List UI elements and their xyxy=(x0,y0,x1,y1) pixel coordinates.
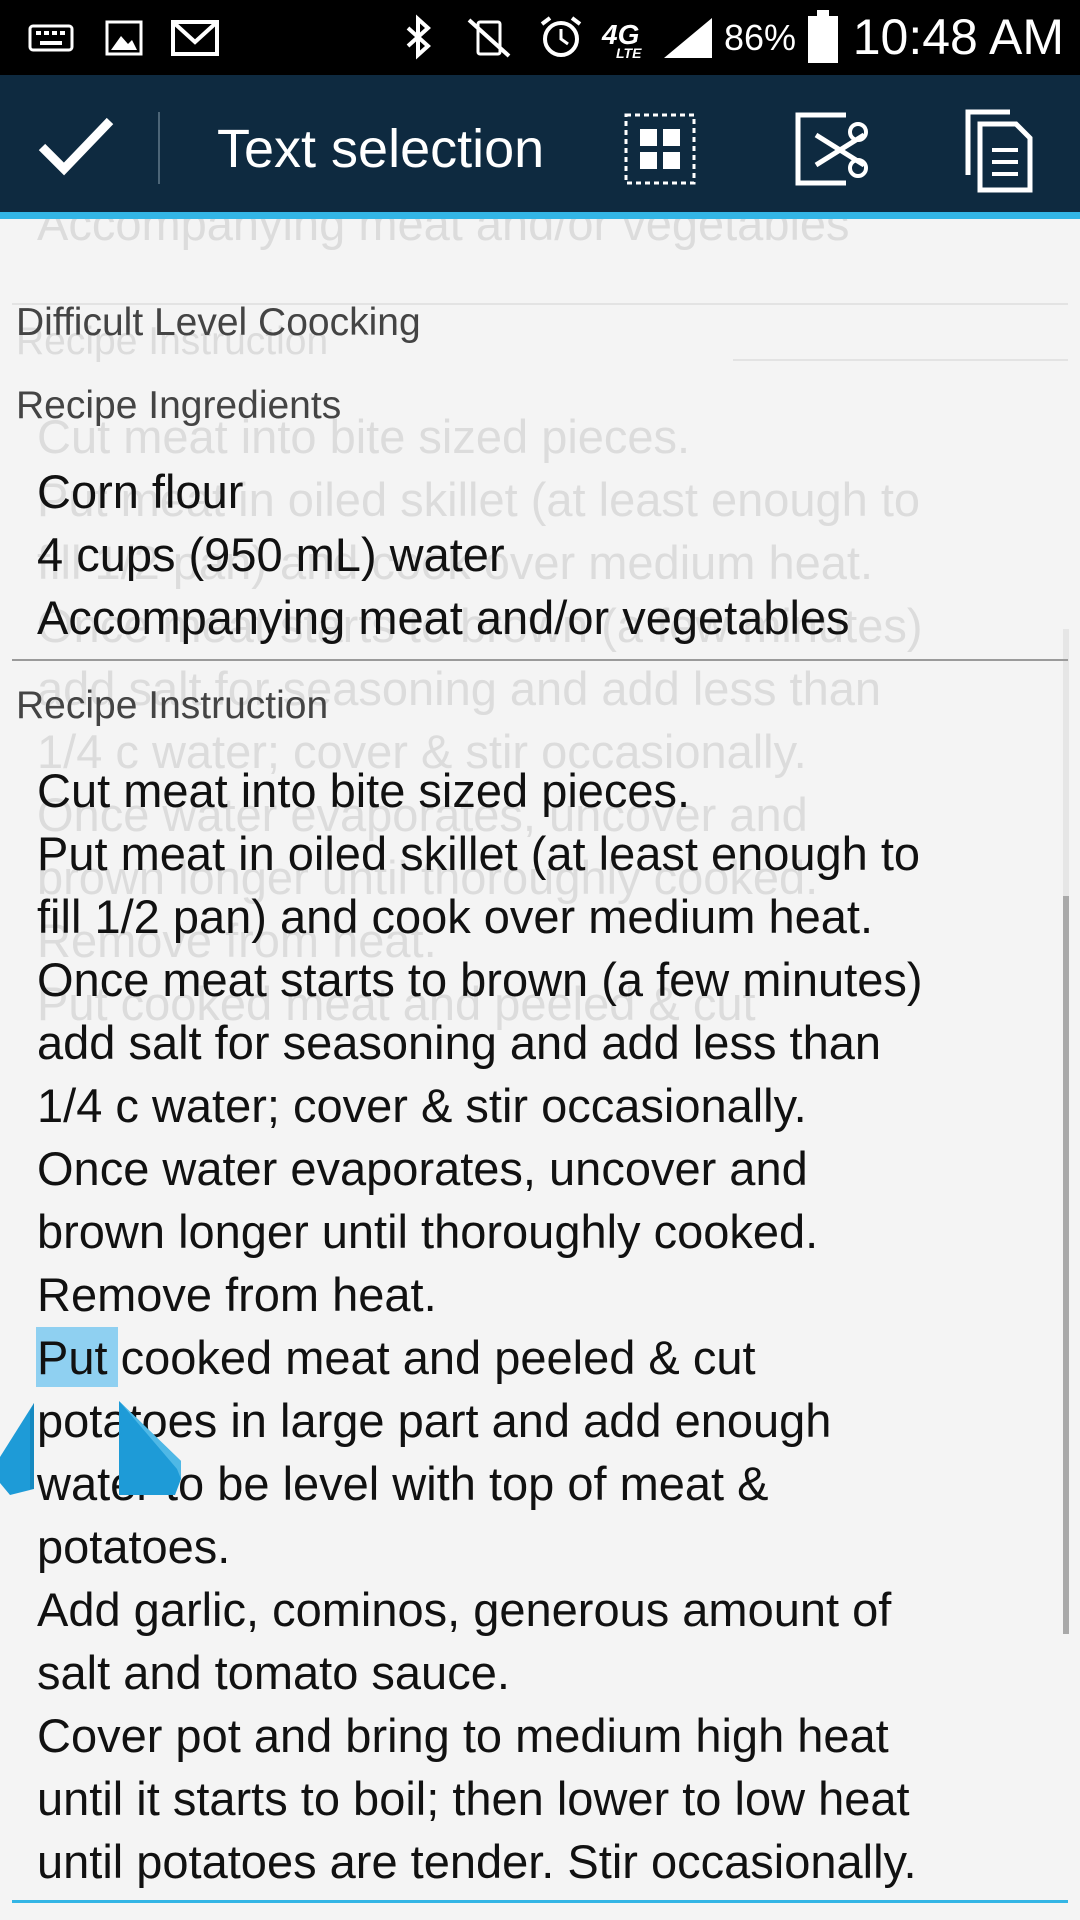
instruction-line: add salt for seasoning and add less than xyxy=(37,1016,881,1069)
instruction-underline xyxy=(12,1900,1068,1903)
done-check-icon[interactable] xyxy=(20,95,130,195)
instruction-line: Add garlic, cominos, generous amount of xyxy=(37,1583,892,1636)
ghost-top-line: Accompanying meat and/or vegetables xyxy=(37,219,850,250)
instruction-label: Recipe Instruction xyxy=(16,684,329,727)
instruction-line: Cover pot and bring to medium high heat xyxy=(37,1709,889,1762)
battery-icon xyxy=(808,10,838,63)
copy-icon[interactable] xyxy=(940,100,1050,200)
action-divider xyxy=(158,112,160,184)
keyboard-icon xyxy=(28,24,74,52)
action-bar-title: Text selection xyxy=(217,119,545,179)
ingredients-label: Recipe Ingredients xyxy=(16,384,342,427)
image-icon xyxy=(105,20,143,56)
instruction-line: Once meat starts to brown (a few minutes… xyxy=(37,953,923,1006)
status-time: 10:48 AM xyxy=(852,9,1064,65)
ingredient-line: 4 cups (950 mL) water xyxy=(37,528,505,581)
selection-end-handle[interactable] xyxy=(117,1399,183,1497)
instruction-line: fill 1/2 pan) and cook over medium heat. xyxy=(37,890,874,943)
ingredient-line: Corn flour xyxy=(37,465,244,518)
signal-icon xyxy=(664,18,712,58)
instruction-line: 1/4 c water; cover & stir occasionally. xyxy=(37,1079,807,1132)
gmail-icon xyxy=(171,20,219,56)
instruction-line: salt and tomato sauce. xyxy=(37,1646,510,1699)
ingredients-underline xyxy=(12,659,1068,661)
ghost-underline xyxy=(733,359,1068,361)
ingredients-field[interactable]: Corn flour 4 cups (950 mL) water Accompa… xyxy=(37,460,850,649)
instruction-line: Remove from heat. xyxy=(37,1268,437,1321)
instruction-field[interactable]: Cut meat into bite sized pieces. Put mea… xyxy=(37,759,923,1893)
scrollbar[interactable] xyxy=(1063,896,1069,1634)
difficulty-label: Difficult Level Coocking xyxy=(16,301,421,344)
recipe-form: Accompanying meat and/or vegetables Reci… xyxy=(0,219,1080,1920)
battery-percent: 86% xyxy=(724,17,797,58)
instruction-line: Once water evaporates, uncover and xyxy=(37,1142,808,1195)
vibrate-mute-icon xyxy=(467,18,511,58)
bluetooth-icon xyxy=(406,14,431,60)
alarm-icon xyxy=(540,16,582,57)
selection-start-handle[interactable] xyxy=(0,1399,36,1497)
lte-4g-icon: 4G LTE xyxy=(601,19,642,60)
instruction-line: until it starts to boil; then lower to l… xyxy=(37,1772,910,1825)
instruction-line: brown longer until thoroughly cooked. xyxy=(37,1205,819,1258)
instruction-line: potatoes. xyxy=(37,1520,231,1573)
action-bar-accent-line xyxy=(0,212,1080,219)
instruction-line: Put cooked meat and peeled & cut xyxy=(37,1331,756,1384)
status-bar: 4G LTE 86% 10:48 AM xyxy=(0,0,1080,75)
ingredient-line: Accompanying meat and/or vegetables xyxy=(37,591,850,644)
instruction-line: Put meat in oiled skillet (at least enou… xyxy=(37,827,921,880)
instruction-line: until potatoes are tender. Stir occasion… xyxy=(37,1835,917,1888)
instruction-line: Cut meat into bite sized pieces. xyxy=(37,764,691,817)
select-all-icon[interactable] xyxy=(604,100,714,200)
svg-text:LTE: LTE xyxy=(616,45,642,60)
cut-icon[interactable] xyxy=(776,100,886,200)
